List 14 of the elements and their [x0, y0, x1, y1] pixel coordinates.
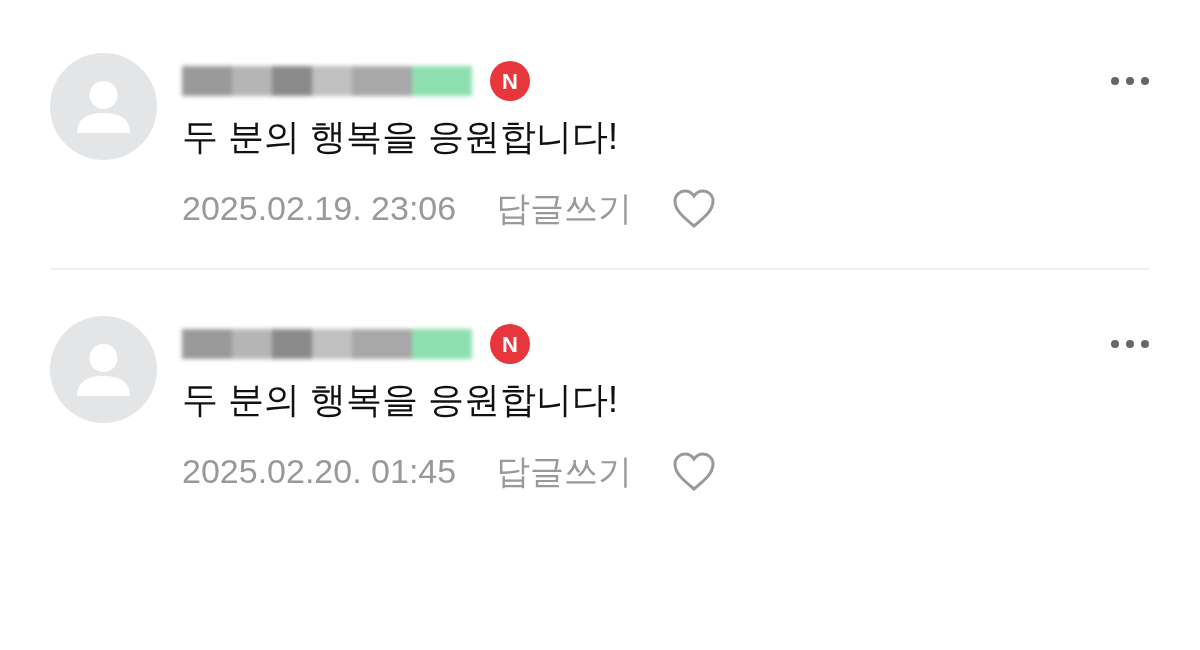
heart-icon[interactable] — [672, 188, 717, 229]
comment-text: 두 분의 행복을 응원합니다! — [182, 378, 619, 422]
comment-date: 2025.02.20. 01:45 — [182, 451, 457, 492]
comment-text: 두 분의 행복을 응원합니다! — [182, 115, 619, 159]
reply-link[interactable]: 답글쓰기 — [496, 446, 633, 497]
more-icon[interactable] — [1110, 339, 1150, 349]
badge: N — [490, 61, 530, 101]
avatar-icon — [50, 53, 157, 160]
avatar-icon — [50, 316, 157, 423]
badge: N — [490, 324, 530, 364]
heart-icon[interactable] — [672, 451, 717, 492]
more-icon[interactable] — [1110, 76, 1150, 86]
reply-link[interactable]: 답글쓰기 — [496, 183, 633, 234]
comment-date: 2025.02.19. 23:06 — [182, 188, 457, 229]
